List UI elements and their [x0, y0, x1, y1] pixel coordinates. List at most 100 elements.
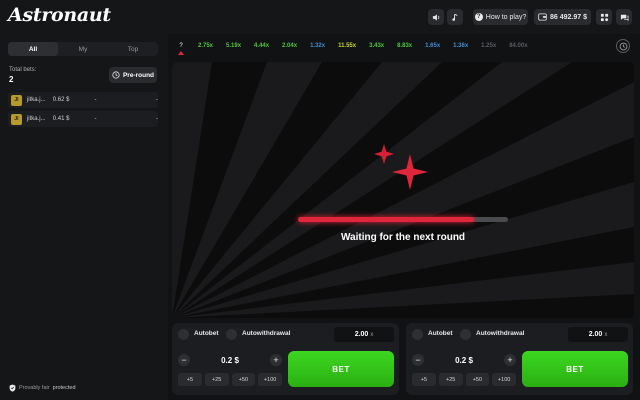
avatar: JI [11, 94, 22, 106]
multiplier-suffix: x [370, 331, 374, 338]
bet-amount: 0.41 $ [52, 116, 70, 122]
round-progress-bar [298, 217, 508, 222]
history-multiplier: 3.43x [369, 43, 385, 49]
game-canvas: Waiting for the next round [172, 62, 634, 318]
multiplier-input[interactable]: 2.00 x [334, 327, 394, 342]
shield-icon [9, 384, 16, 392]
bet-win: - [155, 97, 158, 103]
history-icon [619, 42, 627, 50]
sound-button[interactable] [428, 9, 444, 25]
history-multiplier: 1.65x [425, 43, 441, 49]
history-multiplier: 11.55x [338, 43, 357, 49]
top-bar: Astronaut ? How to play? 86 492.97 $ [0, 0, 640, 34]
bet-button[interactable]: BET [522, 351, 628, 387]
amount-stepper: − 0.2 $ + [178, 352, 282, 368]
autowithdrawal-label: Autowithdrawal [242, 330, 291, 337]
provably-fair-badge[interactable]: Provably fair protected [9, 384, 76, 392]
settings-icon [600, 13, 608, 21]
how-to-play-button[interactable]: ? How to play? [473, 9, 528, 25]
provably-fair-label: Provably fair [19, 385, 50, 391]
wallet-icon [538, 13, 547, 21]
round-progress-fill [298, 217, 475, 222]
bet-win: - [155, 116, 158, 122]
bet-panel-1: Autobet Autowithdrawal 2.00 x − 0.2 $ + … [172, 323, 399, 395]
how-to-play-label: How to play? [485, 13, 527, 21]
preround-button[interactable]: Pre-round [109, 67, 157, 83]
decrease-amount-button[interactable]: − [178, 354, 190, 366]
protected-label: protected [52, 385, 76, 391]
bet-multiplier: - [94, 97, 97, 103]
history-multiplier: 1.25x [481, 43, 497, 49]
autobet-label: Autobet [428, 330, 453, 337]
history-list: 2.75x 5.19x 4.44x 2.04x 1.32x 11.55x 3.43x 8.83… [198, 43, 541, 49]
music-icon [451, 13, 457, 21]
multiplier-input[interactable]: 2.00 x [568, 327, 628, 342]
balance-value: 86 492.97 $ [550, 13, 587, 21]
history-multiplier: 2.75x [198, 43, 214, 49]
multiplier-value: 2.00 [588, 331, 603, 338]
quick-add-50[interactable]: +50 [465, 373, 490, 386]
decrease-amount-button[interactable]: − [412, 354, 424, 366]
amount-input[interactable]: 0.2 $ [221, 356, 239, 365]
bet-amount: 0.62 $ [52, 97, 70, 103]
history-strip: ? 2.75x 5.19x 4.44x 2.04x 1.32x 11.55x 3.43x 8.… [172, 38, 634, 55]
sparkle-icon [374, 144, 428, 190]
preround-label: Pre-round [122, 71, 155, 79]
increase-amount-button[interactable]: + [503, 354, 516, 366]
logo: Astronaut [8, 4, 111, 26]
history-multiplier: 4.44x [254, 43, 270, 49]
autowithdrawal-label: Autowithdrawal [476, 330, 525, 337]
history-multiplier: 1.36x [453, 43, 469, 49]
total-bets-value: 2 [9, 75, 14, 84]
history-multiplier: 5.19x [226, 43, 242, 49]
history-multiplier: 8.83x [397, 43, 413, 49]
multiplier-suffix: x [604, 331, 608, 338]
autobet-toggle[interactable] [412, 329, 423, 340]
autobet-toggle[interactable] [178, 329, 189, 340]
chat-icon [620, 14, 628, 21]
quick-add-100[interactable]: +100 [492, 373, 516, 386]
bet-panel-2: Autobet Autowithdrawal 2.00 x − 0.2 $ + … [406, 323, 633, 395]
bets-sidebar: All My Top Total bets: 2 Pre-round JI ji… [0, 34, 168, 400]
app-root: Astronaut ? How to play? 86 492.97 $ All… [0, 0, 640, 400]
bet-user: jitka.j... [26, 97, 46, 103]
bet-row: JI jitka.j... 0.62 $ - - [8, 92, 158, 108]
bet-row: JI jitka.j... 0.41 $ - - [8, 111, 158, 127]
history-button[interactable] [616, 39, 630, 53]
total-bets-label: Total bets: [9, 67, 37, 73]
autowithdrawal-toggle[interactable] [226, 329, 237, 340]
music-button[interactable] [447, 9, 463, 25]
autobet-label: Autobet [194, 330, 219, 337]
settings-button[interactable] [596, 9, 612, 25]
bets-tabs: All My Top [8, 42, 158, 56]
amount-input[interactable]: 0.2 $ [455, 356, 473, 365]
history-multiplier: 2.04x [282, 43, 298, 49]
current-round-indicator: ? [172, 43, 190, 55]
quick-add-25[interactable]: +25 [204, 373, 229, 386]
balance-button[interactable]: 86 492.97 $ [534, 9, 591, 25]
quick-amounts: +5 +25 +50 +100 [178, 373, 282, 386]
increase-amount-button[interactable]: + [269, 354, 282, 366]
history-multiplier: 84.00x [509, 43, 528, 49]
quick-amounts: +5 +25 +50 +100 [412, 373, 516, 386]
question-icon: ? [474, 13, 483, 21]
amount-stepper: − 0.2 $ + [412, 352, 516, 368]
sound-icon [432, 13, 439, 21]
chat-button[interactable] [616, 9, 632, 25]
tab-all[interactable]: All [8, 42, 58, 56]
clock-icon [112, 71, 120, 79]
quick-add-5[interactable]: +5 [178, 373, 202, 386]
avatar: JI [11, 113, 22, 125]
quick-add-50[interactable]: +50 [231, 373, 256, 386]
history-multiplier: 1.32x [310, 43, 326, 49]
tab-top[interactable]: Top [108, 42, 158, 56]
tab-my[interactable]: My [58, 42, 108, 56]
autowithdrawal-toggle[interactable] [460, 329, 471, 340]
quick-add-25[interactable]: +25 [438, 373, 463, 386]
bet-multiplier: - [94, 116, 97, 122]
bet-user: jitka.j... [26, 116, 46, 122]
quick-add-100[interactable]: +100 [258, 373, 282, 386]
round-status: Waiting for the next round [340, 232, 466, 243]
bet-button[interactable]: BET [288, 351, 394, 387]
quick-add-5[interactable]: +5 [412, 373, 436, 386]
